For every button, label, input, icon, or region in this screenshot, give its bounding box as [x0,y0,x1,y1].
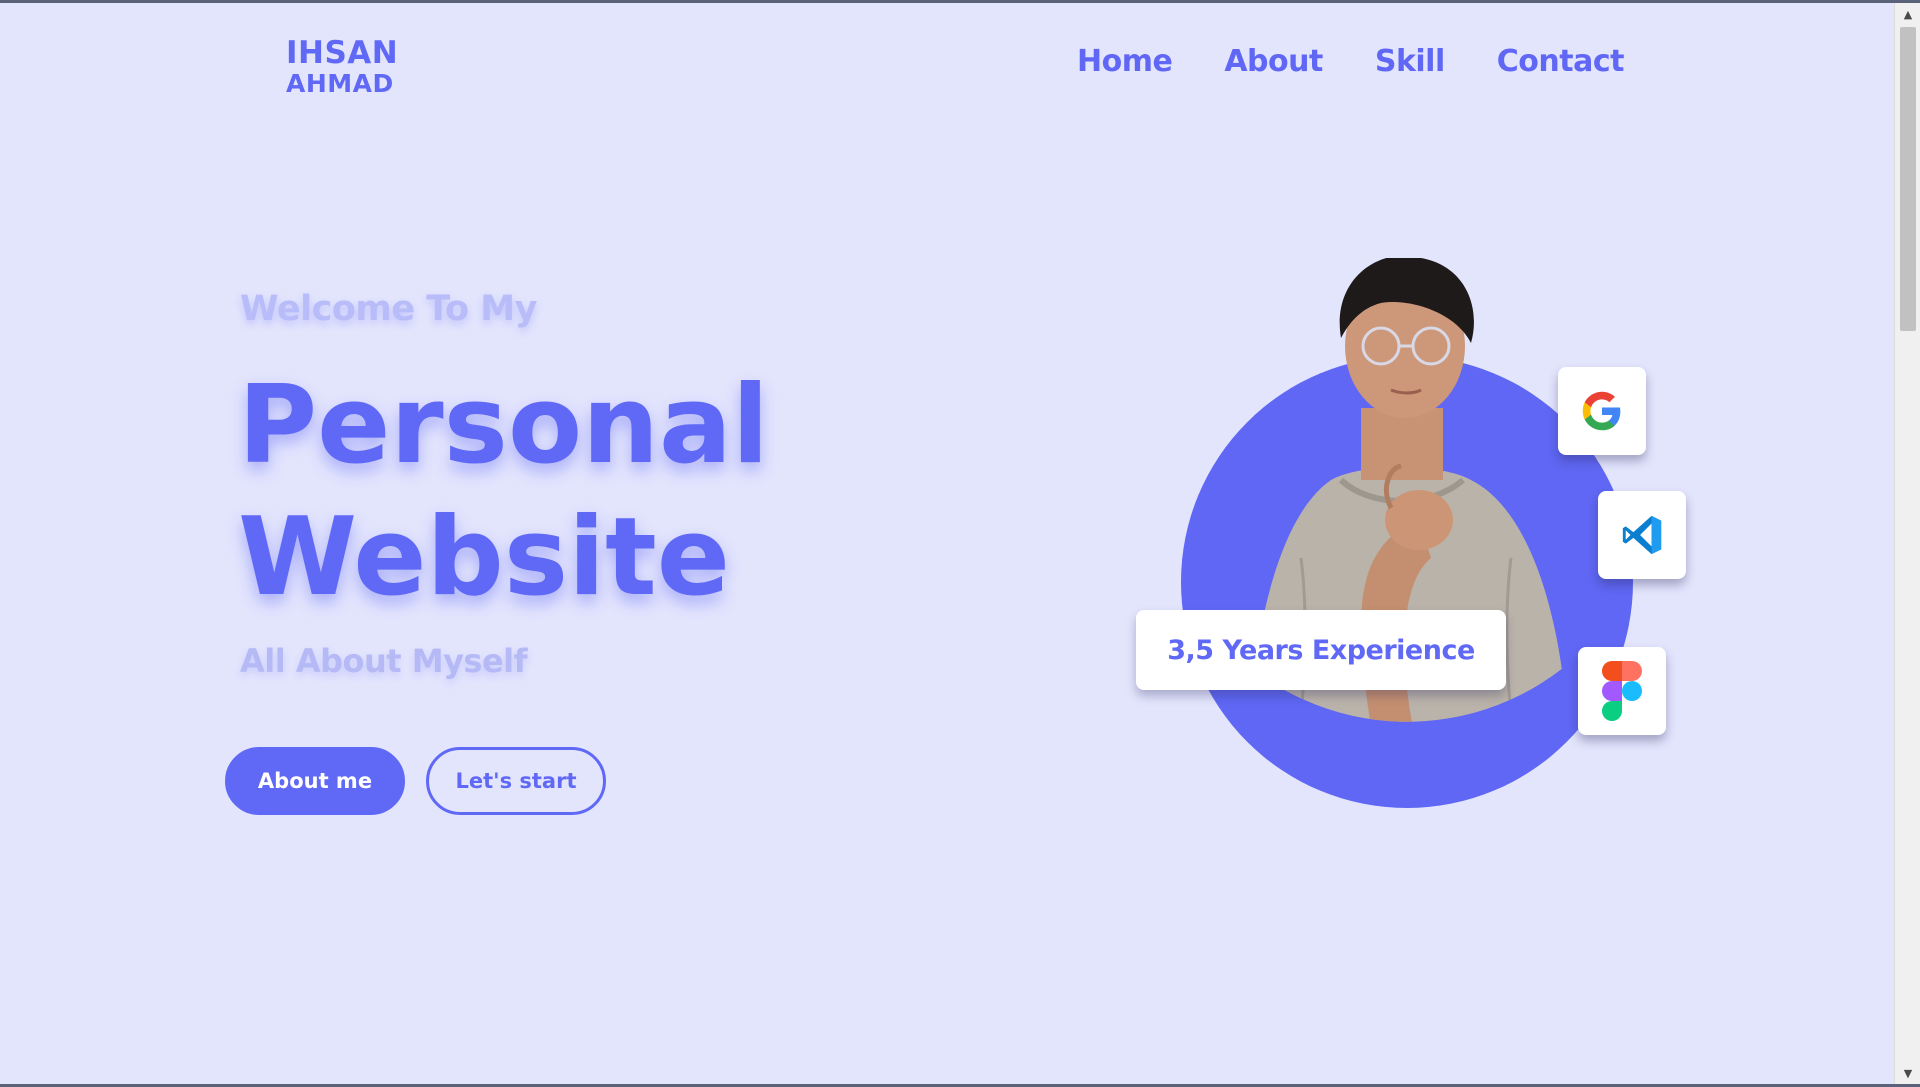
google-badge [1558,367,1646,455]
hero-welcome: Welcome To My [240,289,537,329]
lets-start-button[interactable]: Let's start [426,747,606,815]
vscode-badge [1598,491,1686,579]
nav-about[interactable]: About [1224,44,1323,79]
experience-card: 3,5 Years Experience [1136,610,1506,690]
nav-home[interactable]: Home [1077,44,1173,79]
figma-icon [1602,661,1642,721]
page-scrollbar[interactable]: ▲ ▼ [1894,3,1920,1084]
about-me-button[interactable]: About me [225,747,405,815]
hero-subtitle: All About Myself [240,642,528,680]
hero-title: Personal Website [238,360,769,624]
scroll-thumb[interactable] [1900,27,1916,331]
hero-title-line-2: Website [238,495,731,620]
vscode-icon [1622,515,1662,555]
hero-portrait [1248,258,1569,722]
logo-line-1: IHSAN [286,35,399,71]
logo-line-2: AHMAD [286,69,394,98]
scroll-up-icon[interactable]: ▲ [1895,3,1920,25]
nav-skill[interactable]: Skill [1375,44,1445,79]
main-nav: Home About Skill Contact [1077,44,1624,79]
nav-contact[interactable]: Contact [1497,44,1625,79]
hero-title-line-1: Personal [238,363,769,488]
site-logo[interactable]: IHSAN AHMAD [286,35,399,98]
scroll-down-icon[interactable]: ▼ [1895,1062,1920,1084]
google-icon [1582,391,1621,431]
figma-badge [1578,647,1666,735]
